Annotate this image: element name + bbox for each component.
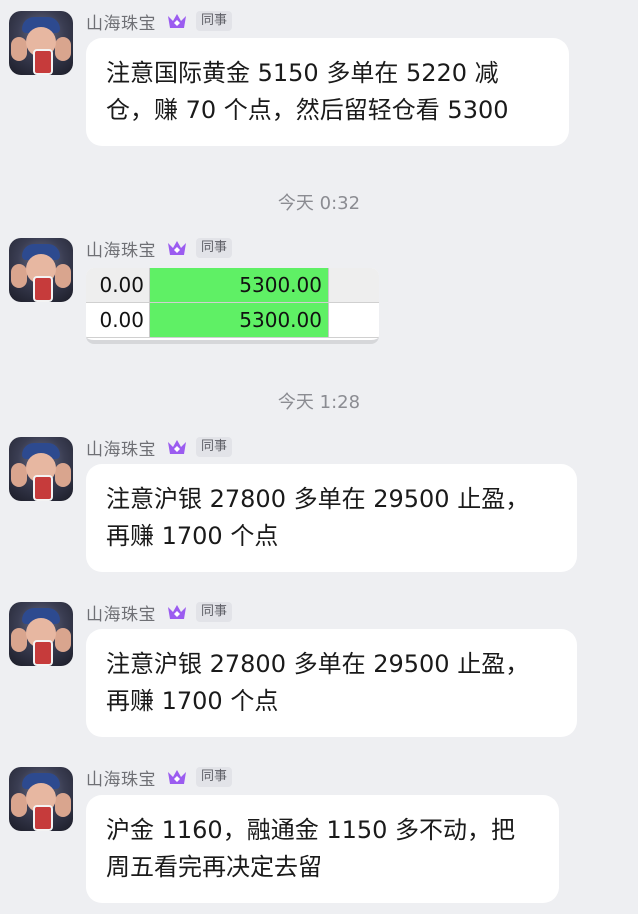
avatar[interactable] [9,437,73,501]
role-tag: 同事 [196,437,233,457]
message-bubble[interactable]: 沪金 1160，融通金 1150 多不动，把 周五看完再决定去留 [86,795,559,903]
sheet-cell: 0.00 [86,303,150,337]
avatar[interactable] [9,602,73,666]
sender-name[interactable]: 山海珠宝 [86,435,156,460]
avatar[interactable] [9,767,73,831]
sender-name[interactable]: 山海珠宝 [86,236,156,261]
sheet-row: 0.00 5300.00 [86,303,379,338]
timestamp: 今天 0:32 [277,193,361,214]
message-line: 沪金 1160，融通金 1150 多不动，把 [106,816,516,844]
message-line: 再赚 1700 个点 [106,522,279,550]
sheet-cell: 0.00 [86,268,150,302]
message-line: 注意沪银 27800 多单在 29500 止盈， [106,650,530,678]
role-tag: 同事 [196,767,233,787]
message-line: 注意沪银 27800 多单在 29500 止盈， [106,485,530,513]
sender-name[interactable]: 山海珠宝 [86,9,156,34]
role-tag: 同事 [196,11,233,31]
crown-icon [168,605,186,619]
sender-meta: 山海珠宝 同事 [86,600,233,625]
role-tag: 同事 [196,238,233,258]
message-line: 注意国际黄金 5150 多单在 5220 减 [106,59,499,87]
avatar[interactable] [9,238,73,302]
message-bubble[interactable]: 注意沪银 27800 多单在 29500 止盈， 再赚 1700 个点 [86,464,577,572]
message-line: 仓，赚 70 个点，然后留轻仓看 5300 [106,96,509,124]
sheet-row: 0.00 5300.00 [86,268,379,303]
crown-icon [168,14,186,28]
sheet-cell-empty [329,303,379,337]
message-bubble[interactable]: 注意沪银 27800 多单在 29500 止盈， 再赚 1700 个点 [86,629,577,737]
crown-icon [168,241,186,255]
sender-meta: 山海珠宝 同事 [86,9,233,34]
sheet-cell-highlight: 5300.00 [150,303,329,337]
sheet-cell-empty [329,268,379,302]
crown-icon [168,440,186,454]
sender-meta: 山海珠宝 同事 [86,435,233,460]
message-line: 再赚 1700 个点 [106,687,279,715]
message-bubble[interactable]: 注意国际黄金 5150 多单在 5220 减 仓，赚 70 个点，然后留轻仓看 … [86,38,569,146]
spreadsheet-image[interactable]: 0.00 5300.00 0.00 5300.00 [86,268,379,344]
role-tag: 同事 [196,602,233,622]
sender-name[interactable]: 山海珠宝 [86,765,156,790]
sender-meta: 山海珠宝 同事 [86,236,233,261]
sender-meta: 山海珠宝 同事 [86,765,233,790]
timestamp: 今天 1:28 [277,392,361,413]
sender-name[interactable]: 山海珠宝 [86,600,156,625]
sheet-cell-highlight: 5300.00 [150,268,329,302]
avatar[interactable] [9,11,73,75]
message-line: 周五看完再决定去留 [106,853,322,881]
crown-icon [168,770,186,784]
